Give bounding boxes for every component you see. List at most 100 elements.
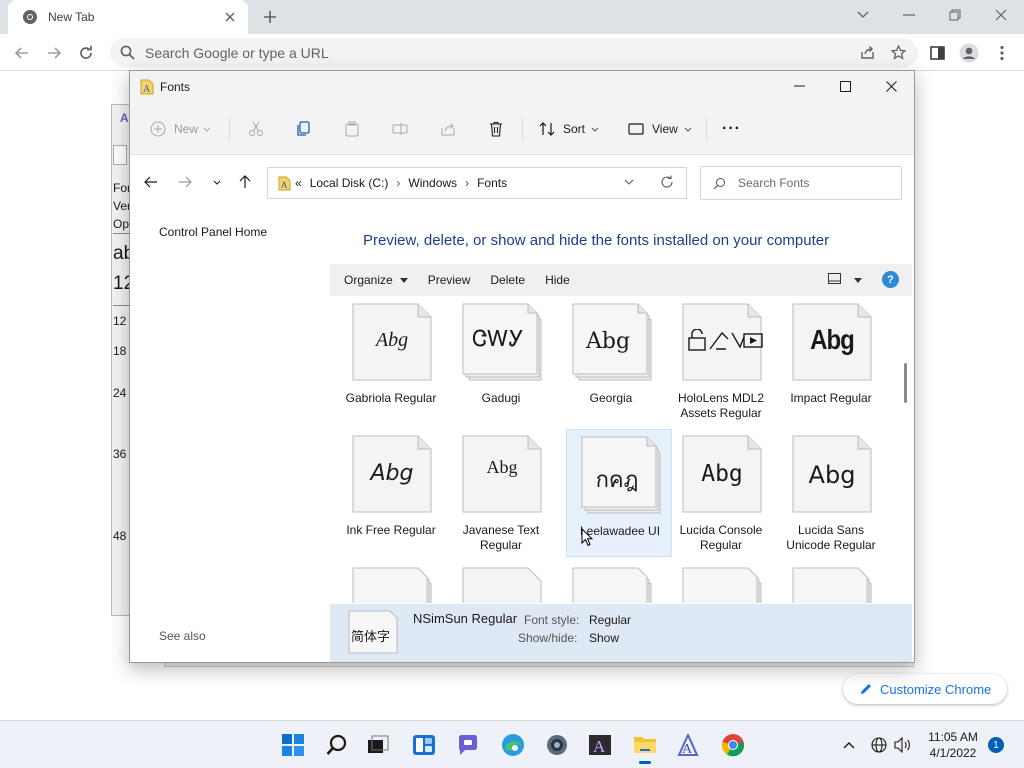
cut-icon[interactable]: [248, 115, 264, 143]
explorer-title-bar[interactable]: A Fonts: [130, 71, 914, 103]
breadcrumb-fonts[interactable]: Fonts: [477, 176, 507, 190]
sort-icon: [539, 122, 555, 136]
maximize-icon[interactable]: [822, 71, 868, 101]
copy-icon[interactable]: [296, 115, 312, 143]
breadcrumb-windows[interactable]: Windows: [408, 176, 457, 190]
volume-speaker-icon[interactable]: [894, 735, 912, 755]
font-tile-impact[interactable]: Abg Impact Regular: [778, 297, 884, 425]
font-tile-lucida-console[interactable]: Abg Lucida Console Regular: [668, 429, 774, 557]
rename-icon[interactable]: [392, 115, 408, 143]
chrome-close-icon[interactable]: [978, 0, 1024, 30]
font-name: HoloLens MDL2 Assets Regular: [677, 391, 765, 420]
fonts-explorer-window: A Fonts New Sort View ··· A « Local Disk…: [129, 70, 915, 663]
tab-new-tab[interactable]: New Tab: [8, 0, 248, 34]
task-view-icon[interactable]: [362, 729, 394, 761]
refresh-icon[interactable]: [660, 175, 674, 189]
font-tile-georgia[interactable]: Abg Georgia: [558, 297, 664, 425]
start-windows-icon[interactable]: [277, 729, 309, 761]
breadcrumb-overflow[interactable]: «: [295, 176, 302, 190]
tray-overflow-chevron-icon[interactable]: [843, 735, 855, 755]
font-name: Lucida Console Regular: [679, 523, 763, 552]
new-tab-plus-icon[interactable]: [258, 6, 282, 28]
fonts-folder-icon: A: [140, 79, 154, 95]
font-tile-gadugi[interactable]: ᏣᎳᎩ Gadugi: [448, 297, 554, 425]
chrome-toolbar: [0, 34, 1024, 71]
help-icon[interactable]: ?: [882, 271, 899, 288]
font-app-taskbar-icon[interactable]: A: [672, 729, 704, 761]
address-bar[interactable]: A « Local Disk (C:) › Windows › Fonts: [267, 167, 687, 199]
chrome-restore-icon[interactable]: [932, 0, 978, 30]
teams-chat-icon[interactable]: [452, 729, 484, 761]
font-tile-ink-free[interactable]: Abg Ink Free Regular: [338, 429, 444, 557]
back-arrow-icon[interactable]: [139, 170, 163, 194]
change-view-icon[interactable]: [828, 273, 841, 285]
edge-browser-icon[interactable]: [497, 729, 529, 761]
font-sample: Abg: [486, 457, 518, 477]
font-sample: ᏣᎳᎩ: [472, 327, 524, 352]
taskbar-clock[interactable]: 11:05 AM 4/1/2022: [918, 729, 988, 761]
forward-arrow-icon[interactable]: [41, 40, 67, 66]
font-tile-partial[interactable]: [668, 561, 774, 603]
sort-button[interactable]: Sort: [538, 115, 599, 143]
more-options-icon[interactable]: ···: [722, 115, 741, 143]
recent-locations-chevron-icon[interactable]: [205, 170, 229, 194]
up-arrow-icon[interactable]: [233, 170, 257, 194]
bookmark-star-icon[interactable]: [885, 38, 911, 67]
font-tile-partial[interactable]: [448, 561, 554, 603]
settings-gear-icon[interactable]: [541, 729, 573, 761]
chrome-taskbar-icon[interactable]: [717, 729, 749, 761]
delete-button[interactable]: Delete: [490, 273, 525, 287]
close-icon[interactable]: [868, 71, 914, 101]
font-tile-gabriola[interactable]: Abg Gabriola Regular: [338, 297, 444, 425]
preview-button[interactable]: Preview: [428, 273, 471, 287]
search-fonts-box[interactable]: [700, 166, 902, 200]
network-globe-icon[interactable]: [871, 735, 887, 755]
tab-search-chevron-icon[interactable]: [840, 0, 886, 30]
side-panel-icon[interactable]: [924, 40, 950, 66]
vertical-scrollbar[interactable]: [900, 297, 912, 603]
font-name: Lucida Sans Unicode Regular: [786, 523, 876, 552]
selected-font-name: NSimSun Regular: [413, 611, 518, 626]
customize-chrome-button[interactable]: Customize Chrome: [843, 674, 1007, 704]
notification-badge[interactable]: 1: [988, 737, 1004, 753]
breadcrumb-chevron-icon: ›: [465, 176, 470, 190]
back-arrow-icon[interactable]: [9, 40, 35, 66]
kebab-menu-icon[interactable]: [989, 40, 1015, 66]
scrollbar-thumb[interactable]: [904, 363, 907, 403]
chrome-minimize-icon[interactable]: [886, 0, 932, 30]
font-tile-partial[interactable]: [338, 561, 444, 603]
address-dropdown-chevron-icon[interactable]: [624, 179, 634, 185]
profile-avatar-icon[interactable]: [956, 40, 982, 66]
tab-close-icon[interactable]: [222, 9, 238, 25]
font-tile-javanese-text[interactable]: Abg Javanese Text Regular: [448, 429, 554, 557]
widgets-icon[interactable]: [408, 729, 440, 761]
organize-button[interactable]: Organize: [344, 273, 408, 287]
new-button[interactable]: New: [150, 115, 211, 143]
font-tile-partial[interactable]: [558, 561, 664, 603]
search-fonts-input[interactable]: [738, 176, 888, 190]
minimize-icon[interactable]: [776, 71, 822, 101]
address-row: A « Local Disk (C:) › Windows › Fonts: [130, 156, 914, 208]
share-icon[interactable]: [854, 38, 880, 67]
sort-label: Sort: [563, 122, 586, 136]
font-style-value: Regular: [589, 613, 632, 627]
font-tile-hololens-mdl2[interactable]: HoloLens MDL2 Assets Regular: [668, 297, 774, 425]
breadcrumb-local-disk[interactable]: Local Disk (C:): [310, 176, 389, 190]
reload-icon[interactable]: [73, 40, 99, 66]
file-explorer-icon[interactable]: [629, 729, 661, 764]
taskbar-search-icon[interactable]: [321, 729, 353, 761]
font-family-stack-icon: [572, 567, 652, 603]
font-viewer-taskbar-icon[interactable]: A: [584, 729, 616, 761]
control-panel-home-link[interactable]: Control Panel Home: [159, 225, 267, 239]
font-tile-lucida-sans-unicode[interactable]: Abg Lucida Sans Unicode Regular: [778, 429, 884, 557]
paste-icon[interactable]: [344, 115, 360, 143]
delete-trash-icon[interactable]: [488, 115, 504, 143]
forward-arrow-icon[interactable]: [173, 170, 197, 194]
share-icon[interactable]: [440, 115, 456, 143]
view-button[interactable]: View: [628, 115, 692, 143]
view-options-triangle-icon[interactable]: [854, 278, 862, 283]
omnibox-input[interactable]: [145, 44, 918, 61]
omnibox[interactable]: [110, 38, 918, 67]
hide-button[interactable]: Hide: [545, 273, 570, 287]
font-tile-partial[interactable]: [778, 561, 884, 603]
